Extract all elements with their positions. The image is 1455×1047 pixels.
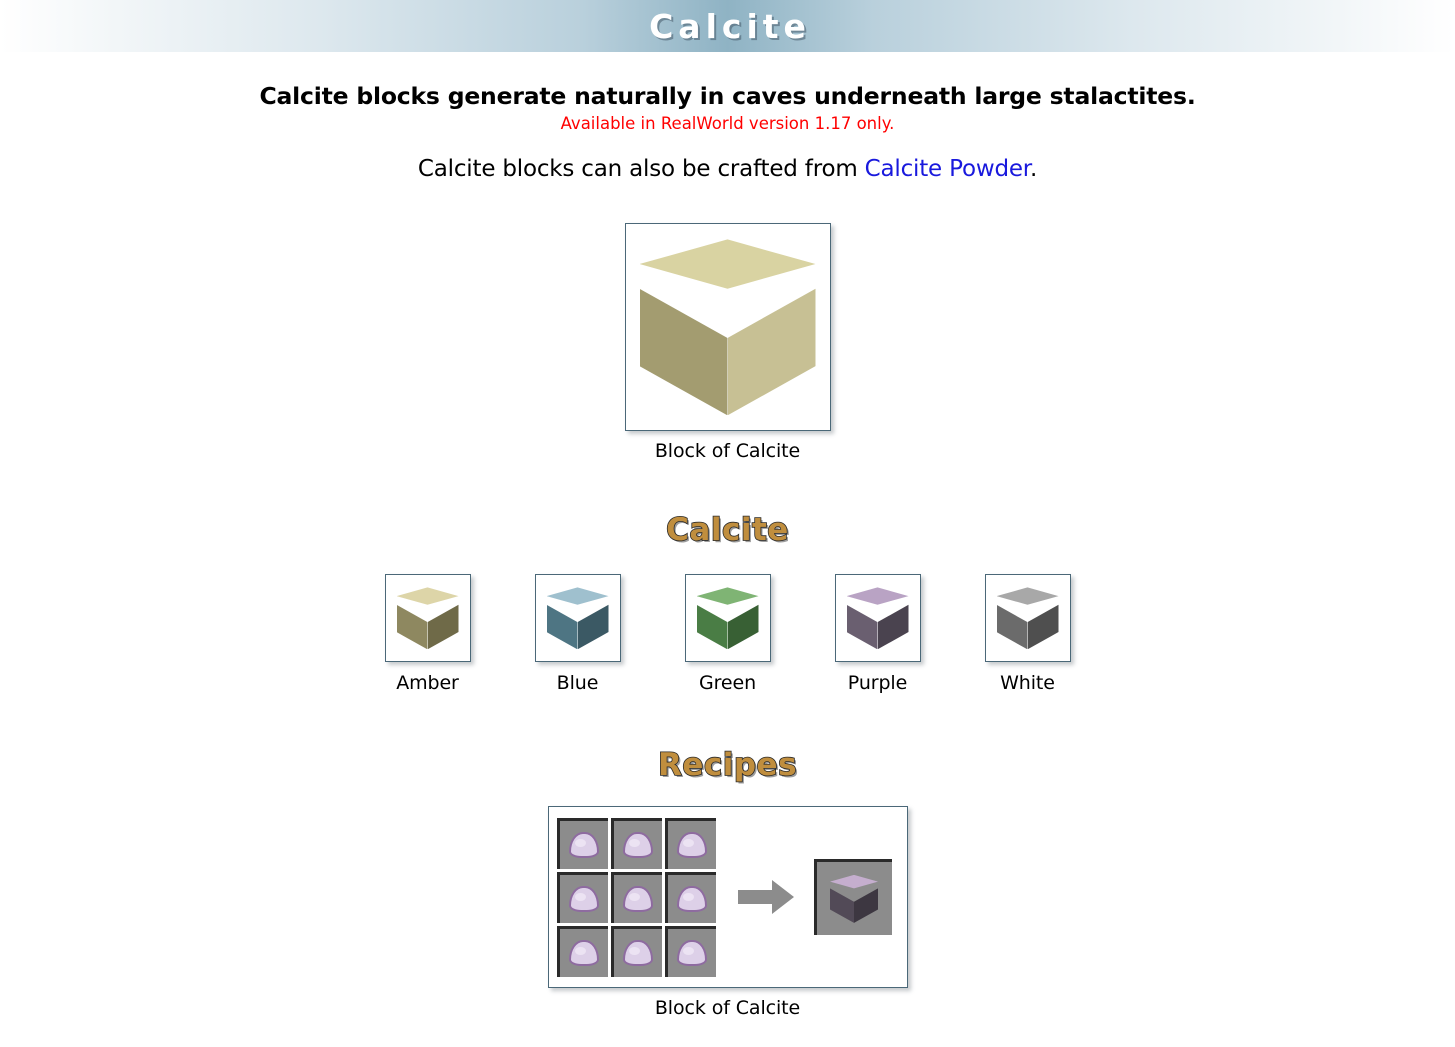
purple-variant-image[interactable] xyxy=(834,574,921,663)
calcite-powder-icon xyxy=(622,885,653,912)
intro-section: Calcite blocks generate naturally in cav… xyxy=(0,82,1455,182)
variant-label-amber: Amber xyxy=(396,672,459,695)
calcite-cube-icon xyxy=(639,239,816,416)
crafting-cell[interactable] xyxy=(556,925,608,977)
crafting-grid[interactable] xyxy=(556,817,716,977)
calcite-powder-icon xyxy=(568,831,599,858)
crafting-cell[interactable] xyxy=(556,871,608,923)
variant-label-white: White xyxy=(1000,672,1055,695)
calcite-powder-icon xyxy=(622,939,653,966)
white-variant-image[interactable] xyxy=(984,574,1071,663)
calcite-powder-icon xyxy=(676,885,707,912)
version-availability-note: Available in RealWorld version 1.17 only… xyxy=(560,114,895,134)
blue-variant-image[interactable] xyxy=(534,574,621,663)
purple-calcite-cube-icon xyxy=(846,587,909,650)
calcite-powder-icon xyxy=(622,831,653,858)
recipe-image[interactable] xyxy=(547,806,908,989)
white-calcite-cube-icon xyxy=(996,587,1059,650)
block-of-calcite-image[interactable] xyxy=(624,223,831,432)
calcite-variant-list: Amber Blue Green Purple White xyxy=(0,574,1455,694)
amber-calcite-cube-icon xyxy=(396,587,459,650)
crafting-cell[interactable] xyxy=(664,925,716,977)
section-heading-calcite: Calcite xyxy=(665,512,789,550)
variant-item-green[interactable]: Green xyxy=(684,574,771,695)
purple-calcite-cube-icon xyxy=(830,874,878,923)
green-variant-image[interactable] xyxy=(684,574,771,663)
crafting-cell[interactable] xyxy=(556,817,608,869)
amber-variant-image[interactable] xyxy=(384,574,471,663)
crafting-result-cell[interactable] xyxy=(813,859,892,936)
calcite-powder-link[interactable]: Calcite Powder xyxy=(865,156,1030,182)
variant-item-purple[interactable]: Purple xyxy=(834,574,921,695)
page-banner: Calcite xyxy=(0,0,1455,52)
variant-label-blue: Blue xyxy=(556,672,599,695)
main-block-section: Block of Calcite xyxy=(0,223,1455,462)
variant-label-green: Green xyxy=(698,672,757,695)
crafting-cell[interactable] xyxy=(664,871,716,923)
section-heading-recipes: Recipes xyxy=(657,747,798,785)
main-block-caption: Block of Calcite xyxy=(654,440,801,463)
calcite-powder-icon xyxy=(676,831,707,858)
arrow-right-icon xyxy=(737,877,794,917)
calcite-powder-icon xyxy=(568,885,599,912)
variant-item-amber[interactable]: Amber xyxy=(384,574,471,695)
intro-description: Calcite blocks generate naturally in cav… xyxy=(259,82,1196,110)
calcite-powder-icon xyxy=(568,939,599,966)
crafting-note: Calcite blocks can also be crafted from … xyxy=(0,156,1455,182)
recipe-section: Block of Calcite xyxy=(0,806,1455,1019)
page-title: Calcite xyxy=(649,6,811,46)
crafting-note-prefix: Calcite blocks can also be crafted from xyxy=(417,155,865,182)
calcite-powder-icon xyxy=(676,939,707,966)
crafting-cell[interactable] xyxy=(610,817,662,869)
crafting-cell[interactable] xyxy=(610,871,662,923)
crafting-note-suffix: . xyxy=(1029,155,1038,182)
recipe-caption: Block of Calcite xyxy=(654,997,801,1020)
variant-item-blue[interactable]: Blue xyxy=(534,574,621,695)
crafting-cell[interactable] xyxy=(664,817,716,869)
crafting-cell[interactable] xyxy=(610,925,662,977)
variant-item-white[interactable]: White xyxy=(984,574,1071,695)
green-calcite-cube-icon xyxy=(696,587,759,650)
variant-label-purple: Purple xyxy=(847,672,908,695)
blue-calcite-cube-icon xyxy=(546,587,609,650)
